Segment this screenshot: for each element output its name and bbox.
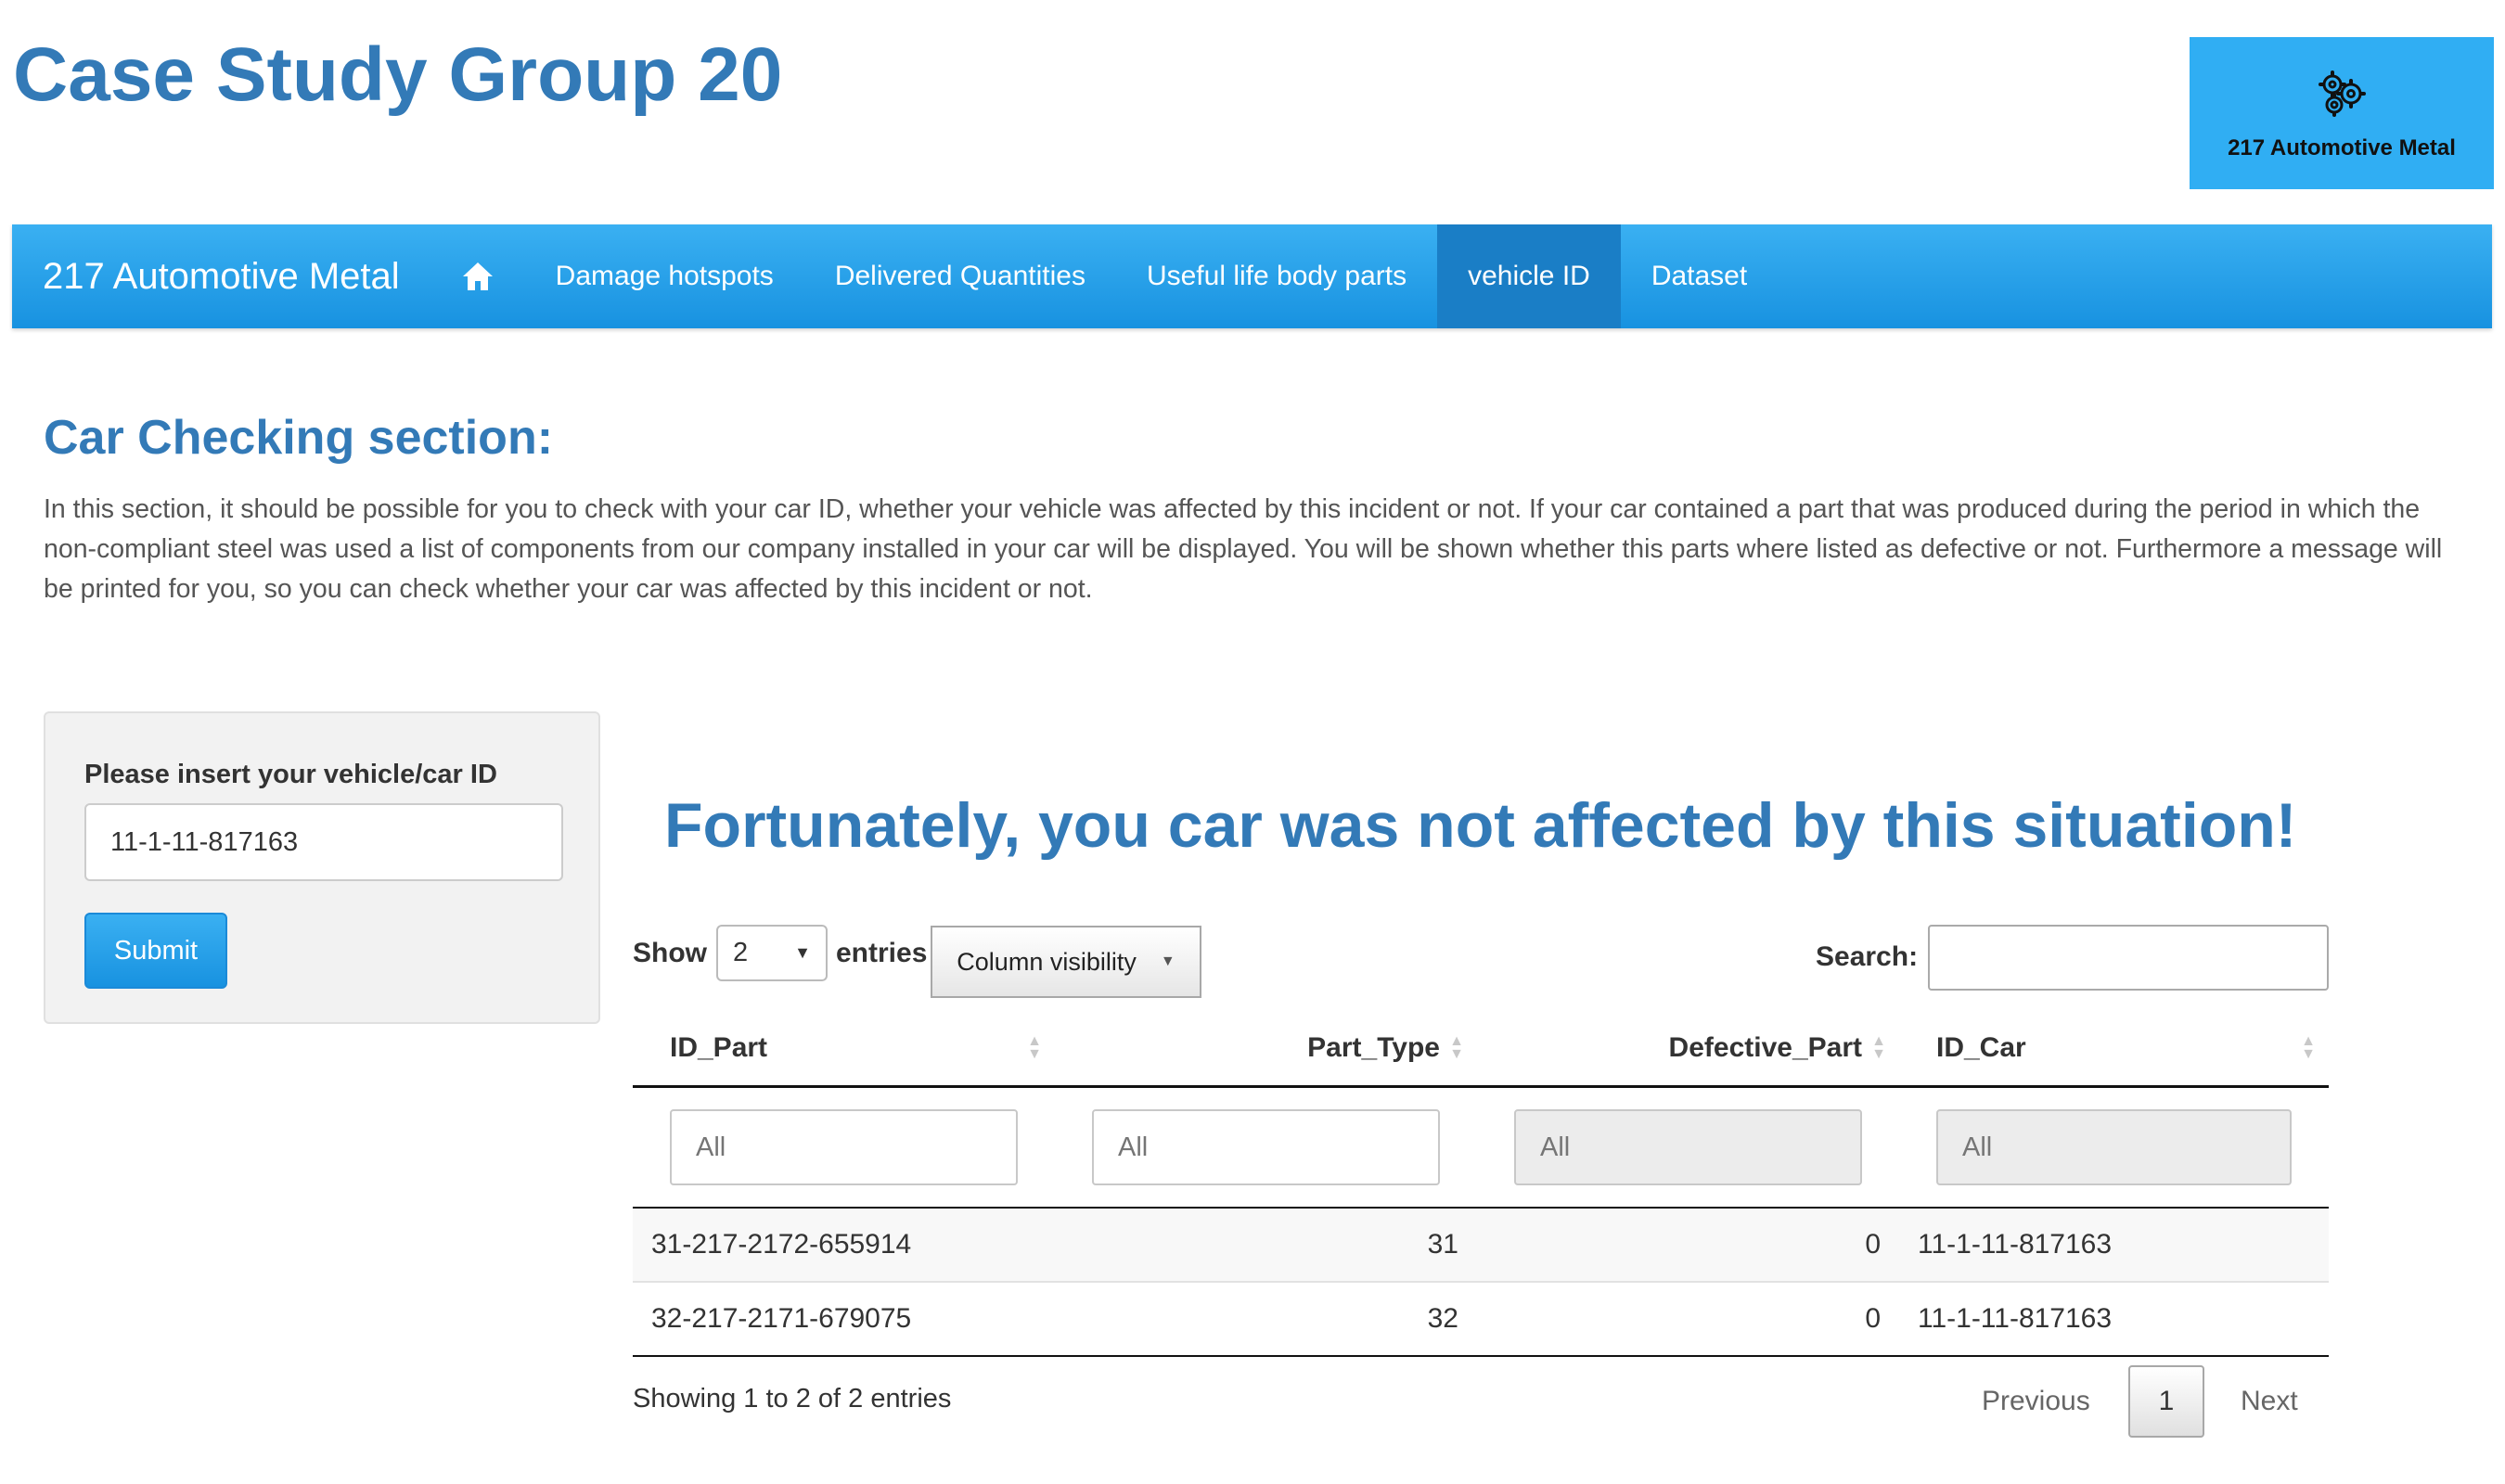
cell-id-car: 11-1-11-817163 [1899,1208,2329,1282]
cell-id-part: 31-217-2172-655914 [633,1208,1055,1282]
logo-text: 217 Automotive Metal [2228,134,2456,160]
submit-button[interactable]: Submit [84,913,227,989]
filter-input-defective-part[interactable] [1514,1109,1862,1185]
cell-part-type: 31 [1055,1208,1477,1282]
sort-icon: ▲ ▼ [1027,1033,1042,1062]
app-title: Case Study Group 20 [13,32,783,117]
nav-delivered-quantities[interactable]: Delivered Quantities [804,224,1116,328]
cell-id-part: 32-217-2171-679075 [633,1281,1055,1357]
nav-home[interactable] [430,224,525,328]
sort-icon: ▲ ▼ [1871,1033,1886,1062]
page-1-button[interactable]: 1 [2128,1365,2204,1438]
column-visibility-button[interactable]: Column visibility ▼ [931,926,1201,998]
vehicle-id-panel: Please insert your vehicle/car ID Submit [44,711,600,1024]
entries-value: 2 [733,938,749,967]
column-visibility-label: Column visibility [957,947,1137,976]
section-description: In this section, it should be possible f… [44,494,2443,604]
column-header-id-part[interactable]: ID_Part ▲ ▼ [633,1011,1055,1087]
parts-table: ID_Part ▲ ▼ Part_Type ▲ ▼ Defective_Part ▲… [633,1011,2329,1357]
nav-damage-hotspots[interactable]: Damage hotspots [525,224,804,328]
cell-id-car: 11-1-11-817163 [1899,1281,2329,1357]
sort-icon: ▲ ▼ [2301,1033,2316,1062]
column-header-defective-part[interactable]: Defective_Part ▲ ▼ [1477,1011,1899,1087]
nav-useful-life-body-parts[interactable]: Useful life body parts [1116,224,1437,328]
table-header-row: ID_Part ▲ ▼ Part_Type ▲ ▼ Defective_Part ▲… [633,1011,2329,1087]
vehicle-id-label: Please insert your vehicle/car ID [84,760,497,789]
table-row[interactable]: 32-217-2171-679075 32 0 11-1-11-817163 [633,1281,2329,1357]
vehicle-id-input[interactable] [84,803,563,881]
table-row[interactable]: 31-217-2172-655914 31 0 11-1-11-817163 [633,1208,2329,1282]
gears-icon [2312,66,2371,124]
filter-row [633,1085,2329,1209]
show-label: Show [633,938,707,968]
column-header-id-car[interactable]: ID_Car ▲ ▼ [1899,1011,2329,1087]
caret-down-icon: ▼ [794,943,811,962]
cell-part-type: 32 [1055,1281,1477,1357]
entries-label: entries [836,938,928,968]
nav-vehicle-id[interactable]: vehicle ID [1437,224,1621,328]
section-title: Car Checking section: [44,411,554,465]
cell-defective-part: 0 [1477,1281,1899,1357]
navbar-brand[interactable]: 217 Automotive Metal [12,224,430,328]
column-header-part-type[interactable]: Part_Type ▲ ▼ [1055,1011,1477,1087]
sort-icon: ▲ ▼ [1449,1033,1464,1062]
caret-down-icon: ▼ [1160,953,1175,969]
next-page-button[interactable]: Next [2241,1386,2298,1417]
nav-dataset[interactable]: Dataset [1621,224,1778,328]
filter-input-part-type[interactable] [1092,1109,1440,1185]
previous-page-button[interactable]: Previous [1982,1386,2090,1417]
filter-input-id-part[interactable] [670,1109,1018,1185]
result-message: Fortunately, you car was not affected by… [664,790,2297,861]
filter-input-id-car[interactable] [1936,1109,2292,1185]
entries-select[interactable]: 2 ▼ [716,925,828,981]
home-icon [461,261,495,292]
navbar: 217 Automotive Metal Damage hotspots Del… [12,224,2492,328]
table-info: Showing 1 to 2 of 2 entries [633,1384,952,1414]
cell-defective-part: 0 [1477,1208,1899,1282]
search-label: Search: [1816,941,1919,972]
company-logo: 217 Automotive Metal [2190,37,2494,189]
search-input[interactable] [1928,925,2329,991]
